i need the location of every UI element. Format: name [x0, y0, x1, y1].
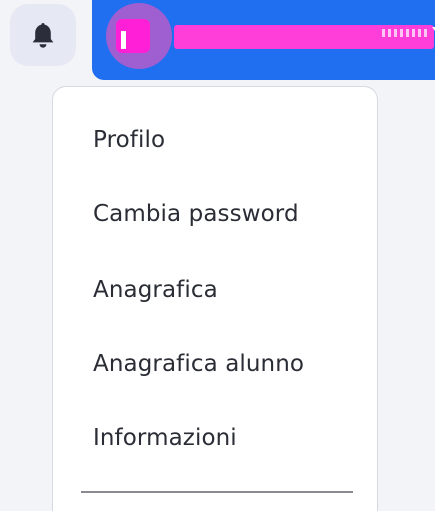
- user-menu-button[interactable]: [92, 0, 435, 80]
- menu-item-anagrafica-alunno[interactable]: Anagrafica alunno: [93, 351, 304, 377]
- avatar-initial-fragment: [121, 31, 126, 49]
- menu-item-informazioni[interactable]: Informazioni: [93, 425, 237, 451]
- notifications-button[interactable]: [10, 4, 76, 66]
- bell-icon: [30, 21, 56, 49]
- menu-item-profilo[interactable]: Profilo: [93, 127, 165, 153]
- redacted-user-name: [174, 25, 434, 49]
- user-dropdown-menu: Profilo Cambia password Anagrafica Anagr…: [52, 86, 378, 511]
- menu-item-anagrafica[interactable]: Anagrafica: [93, 277, 218, 303]
- avatar: [106, 3, 172, 69]
- page: Profilo Cambia password Anagrafica Anagr…: [0, 0, 435, 511]
- menu-item-cambia-password[interactable]: Cambia password: [93, 201, 299, 227]
- menu-divider: [81, 491, 353, 493]
